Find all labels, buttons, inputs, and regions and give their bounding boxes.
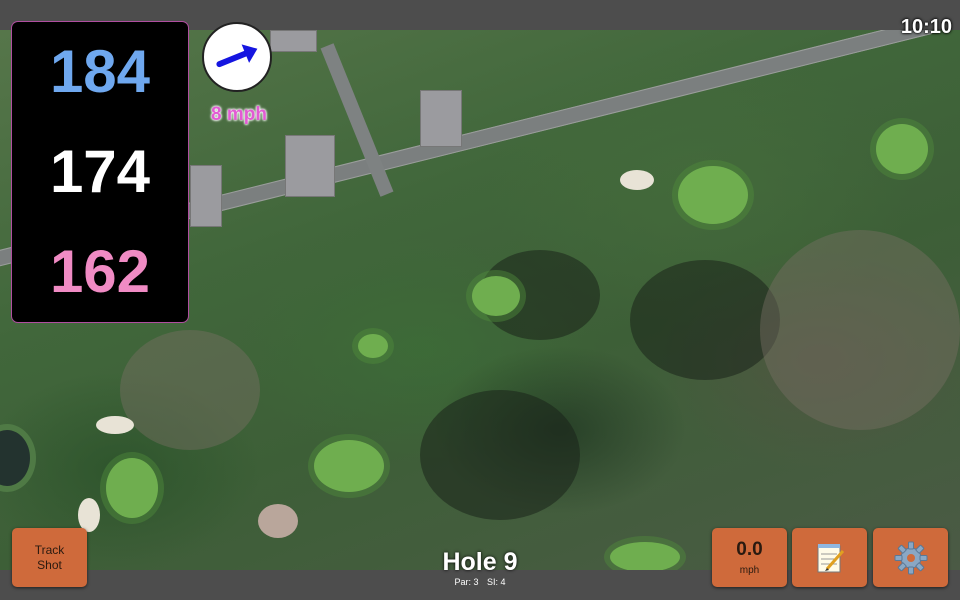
bunker bbox=[620, 170, 654, 190]
speed-value: 0.0 bbox=[736, 539, 763, 560]
green bbox=[314, 440, 384, 492]
speed-button[interactable]: 0.0 mph bbox=[712, 528, 787, 587]
distance-front: 162 bbox=[49, 238, 151, 305]
speed-unit: mph bbox=[739, 565, 760, 576]
house bbox=[285, 135, 335, 197]
clock: 10:10 bbox=[900, 16, 952, 38]
wind-speed-label: 8 mph bbox=[211, 104, 267, 125]
green bbox=[876, 124, 928, 174]
house bbox=[270, 30, 317, 52]
track-shot-label-line2: Shot bbox=[37, 557, 62, 572]
gear-icon bbox=[894, 541, 927, 574]
hole-title: Hole 9 bbox=[442, 548, 518, 576]
green bbox=[678, 166, 748, 224]
hole-si: SI: 4 bbox=[487, 577, 506, 587]
green bbox=[358, 334, 388, 358]
settings-button[interactable] bbox=[873, 528, 948, 587]
pond bbox=[0, 430, 30, 486]
green bbox=[106, 458, 158, 518]
bunker bbox=[96, 416, 134, 434]
distance-middle: 174 bbox=[49, 138, 151, 205]
notes-button[interactable] bbox=[792, 528, 867, 587]
house bbox=[420, 90, 462, 147]
bare-trees bbox=[760, 230, 960, 430]
green bbox=[472, 276, 520, 316]
distance-panel: 184 174 162 bbox=[12, 22, 188, 322]
wind-arrow-icon bbox=[216, 44, 258, 68]
bunker bbox=[78, 498, 100, 532]
notepad-icon bbox=[817, 543, 844, 572]
tree-cluster bbox=[420, 390, 580, 520]
tree-cluster bbox=[630, 260, 780, 380]
house bbox=[190, 165, 222, 227]
hole-info: Par: 3 SI: 4 bbox=[380, 577, 580, 587]
bunker bbox=[258, 504, 298, 538]
hole-par: Par: 3 bbox=[454, 577, 479, 587]
distance-back: 184 bbox=[49, 38, 151, 105]
green bbox=[610, 542, 680, 570]
bare-trees bbox=[120, 330, 260, 450]
track-shot-label-line1: Track bbox=[34, 543, 65, 558]
wind-indicator bbox=[202, 22, 272, 92]
track-shot-button[interactable]: Track Shot bbox=[12, 528, 87, 587]
